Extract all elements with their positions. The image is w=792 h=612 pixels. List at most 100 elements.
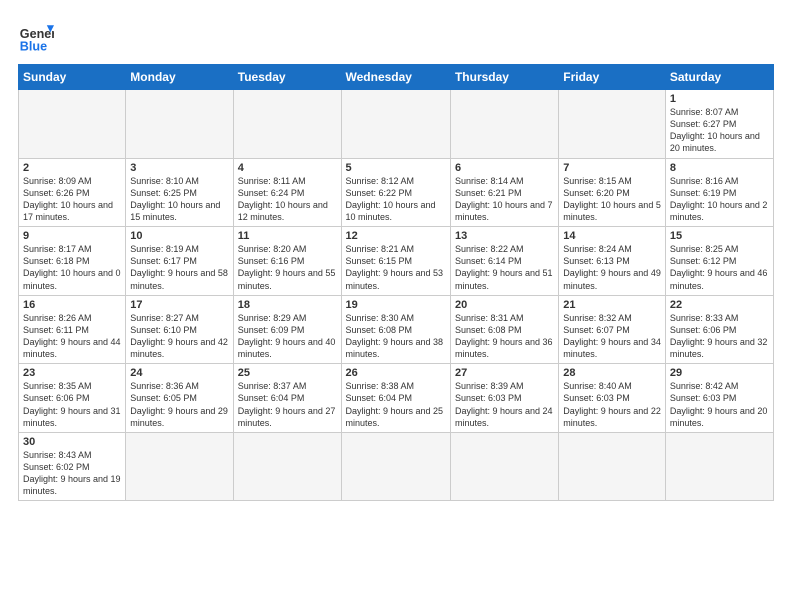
day-number: 11 <box>238 230 337 242</box>
weekday-header-wednesday: Wednesday <box>341 65 450 90</box>
day-cell: 28Sunrise: 8:40 AM Sunset: 6:03 PM Dayli… <box>559 364 666 433</box>
day-cell: 17Sunrise: 8:27 AM Sunset: 6:10 PM Dayli… <box>126 295 233 364</box>
weekday-header-saturday: Saturday <box>665 65 773 90</box>
day-cell: 22Sunrise: 8:33 AM Sunset: 6:06 PM Dayli… <box>665 295 773 364</box>
day-cell: 14Sunrise: 8:24 AM Sunset: 6:13 PM Dayli… <box>559 227 666 296</box>
day-cell: 21Sunrise: 8:32 AM Sunset: 6:07 PM Dayli… <box>559 295 666 364</box>
day-cell: 6Sunrise: 8:14 AM Sunset: 6:21 PM Daylig… <box>450 158 558 227</box>
day-cell: 13Sunrise: 8:22 AM Sunset: 6:14 PM Dayli… <box>450 227 558 296</box>
day-number: 12 <box>346 230 446 242</box>
day-cell: 4Sunrise: 8:11 AM Sunset: 6:24 PM Daylig… <box>233 158 341 227</box>
logo-icon: General Blue <box>18 18 54 54</box>
day-cell: 7Sunrise: 8:15 AM Sunset: 6:20 PM Daylig… <box>559 158 666 227</box>
week-row-1: 2Sunrise: 8:09 AM Sunset: 6:26 PM Daylig… <box>19 158 774 227</box>
day-info: Sunrise: 8:17 AM Sunset: 6:18 PM Dayligh… <box>23 243 121 292</box>
day-info: Sunrise: 8:20 AM Sunset: 6:16 PM Dayligh… <box>238 243 337 292</box>
day-number: 6 <box>455 162 554 174</box>
day-info: Sunrise: 8:32 AM Sunset: 6:07 PM Dayligh… <box>563 312 661 361</box>
day-cell <box>665 432 773 501</box>
week-row-3: 16Sunrise: 8:26 AM Sunset: 6:11 PM Dayli… <box>19 295 774 364</box>
day-cell: 20Sunrise: 8:31 AM Sunset: 6:08 PM Dayli… <box>450 295 558 364</box>
day-info: Sunrise: 8:39 AM Sunset: 6:03 PM Dayligh… <box>455 380 554 429</box>
day-cell: 12Sunrise: 8:21 AM Sunset: 6:15 PM Dayli… <box>341 227 450 296</box>
day-cell <box>126 432 233 501</box>
day-number: 14 <box>563 230 661 242</box>
day-info: Sunrise: 8:24 AM Sunset: 6:13 PM Dayligh… <box>563 243 661 292</box>
day-info: Sunrise: 8:10 AM Sunset: 6:25 PM Dayligh… <box>130 175 228 224</box>
day-number: 28 <box>563 367 661 379</box>
day-cell <box>341 90 450 159</box>
day-number: 25 <box>238 367 337 379</box>
day-number: 20 <box>455 299 554 311</box>
day-number: 18 <box>238 299 337 311</box>
day-info: Sunrise: 8:38 AM Sunset: 6:04 PM Dayligh… <box>346 380 446 429</box>
day-cell: 24Sunrise: 8:36 AM Sunset: 6:05 PM Dayli… <box>126 364 233 433</box>
day-info: Sunrise: 8:11 AM Sunset: 6:24 PM Dayligh… <box>238 175 337 224</box>
day-number: 2 <box>23 162 121 174</box>
day-number: 3 <box>130 162 228 174</box>
day-number: 21 <box>563 299 661 311</box>
day-number: 4 <box>238 162 337 174</box>
week-row-5: 30Sunrise: 8:43 AM Sunset: 6:02 PM Dayli… <box>19 432 774 501</box>
day-number: 15 <box>670 230 769 242</box>
day-number: 29 <box>670 367 769 379</box>
day-cell <box>126 90 233 159</box>
day-number: 27 <box>455 367 554 379</box>
weekday-header-sunday: Sunday <box>19 65 126 90</box>
day-cell <box>559 432 666 501</box>
day-cell: 30Sunrise: 8:43 AM Sunset: 6:02 PM Dayli… <box>19 432 126 501</box>
day-cell <box>19 90 126 159</box>
weekday-header-tuesday: Tuesday <box>233 65 341 90</box>
day-info: Sunrise: 8:37 AM Sunset: 6:04 PM Dayligh… <box>238 380 337 429</box>
day-info: Sunrise: 8:15 AM Sunset: 6:20 PM Dayligh… <box>563 175 661 224</box>
day-info: Sunrise: 8:40 AM Sunset: 6:03 PM Dayligh… <box>563 380 661 429</box>
day-number: 24 <box>130 367 228 379</box>
week-row-4: 23Sunrise: 8:35 AM Sunset: 6:06 PM Dayli… <box>19 364 774 433</box>
week-row-2: 9Sunrise: 8:17 AM Sunset: 6:18 PM Daylig… <box>19 227 774 296</box>
day-cell <box>450 90 558 159</box>
day-cell: 2Sunrise: 8:09 AM Sunset: 6:26 PM Daylig… <box>19 158 126 227</box>
day-info: Sunrise: 8:42 AM Sunset: 6:03 PM Dayligh… <box>670 380 769 429</box>
week-row-0: 1Sunrise: 8:07 AM Sunset: 6:27 PM Daylig… <box>19 90 774 159</box>
day-info: Sunrise: 8:25 AM Sunset: 6:12 PM Dayligh… <box>670 243 769 292</box>
day-cell <box>559 90 666 159</box>
day-cell: 26Sunrise: 8:38 AM Sunset: 6:04 PM Dayli… <box>341 364 450 433</box>
day-info: Sunrise: 8:36 AM Sunset: 6:05 PM Dayligh… <box>130 380 228 429</box>
day-cell: 18Sunrise: 8:29 AM Sunset: 6:09 PM Dayli… <box>233 295 341 364</box>
day-cell: 19Sunrise: 8:30 AM Sunset: 6:08 PM Dayli… <box>341 295 450 364</box>
day-info: Sunrise: 8:35 AM Sunset: 6:06 PM Dayligh… <box>23 380 121 429</box>
day-number: 26 <box>346 367 446 379</box>
day-cell: 29Sunrise: 8:42 AM Sunset: 6:03 PM Dayli… <box>665 364 773 433</box>
day-info: Sunrise: 8:30 AM Sunset: 6:08 PM Dayligh… <box>346 312 446 361</box>
day-cell: 16Sunrise: 8:26 AM Sunset: 6:11 PM Dayli… <box>19 295 126 364</box>
day-info: Sunrise: 8:43 AM Sunset: 6:02 PM Dayligh… <box>23 449 121 498</box>
day-number: 7 <box>563 162 661 174</box>
day-cell: 5Sunrise: 8:12 AM Sunset: 6:22 PM Daylig… <box>341 158 450 227</box>
day-info: Sunrise: 8:22 AM Sunset: 6:14 PM Dayligh… <box>455 243 554 292</box>
weekday-header-friday: Friday <box>559 65 666 90</box>
day-info: Sunrise: 8:29 AM Sunset: 6:09 PM Dayligh… <box>238 312 337 361</box>
day-info: Sunrise: 8:12 AM Sunset: 6:22 PM Dayligh… <box>346 175 446 224</box>
day-info: Sunrise: 8:09 AM Sunset: 6:26 PM Dayligh… <box>23 175 121 224</box>
day-number: 9 <box>23 230 121 242</box>
day-info: Sunrise: 8:27 AM Sunset: 6:10 PM Dayligh… <box>130 312 228 361</box>
day-info: Sunrise: 8:14 AM Sunset: 6:21 PM Dayligh… <box>455 175 554 224</box>
day-info: Sunrise: 8:19 AM Sunset: 6:17 PM Dayligh… <box>130 243 228 292</box>
weekday-header-row: SundayMondayTuesdayWednesdayThursdayFrid… <box>19 65 774 90</box>
day-cell <box>233 432 341 501</box>
day-info: Sunrise: 8:33 AM Sunset: 6:06 PM Dayligh… <box>670 312 769 361</box>
day-cell: 1Sunrise: 8:07 AM Sunset: 6:27 PM Daylig… <box>665 90 773 159</box>
day-info: Sunrise: 8:26 AM Sunset: 6:11 PM Dayligh… <box>23 312 121 361</box>
day-number: 8 <box>670 162 769 174</box>
header: General Blue <box>18 18 774 54</box>
day-info: Sunrise: 8:21 AM Sunset: 6:15 PM Dayligh… <box>346 243 446 292</box>
calendar-table: SundayMondayTuesdayWednesdayThursdayFrid… <box>18 64 774 501</box>
day-cell: 23Sunrise: 8:35 AM Sunset: 6:06 PM Dayli… <box>19 364 126 433</box>
day-info: Sunrise: 8:31 AM Sunset: 6:08 PM Dayligh… <box>455 312 554 361</box>
weekday-header-monday: Monday <box>126 65 233 90</box>
day-cell: 10Sunrise: 8:19 AM Sunset: 6:17 PM Dayli… <box>126 227 233 296</box>
day-cell: 9Sunrise: 8:17 AM Sunset: 6:18 PM Daylig… <box>19 227 126 296</box>
day-cell <box>233 90 341 159</box>
day-info: Sunrise: 8:16 AM Sunset: 6:19 PM Dayligh… <box>670 175 769 224</box>
weekday-header-thursday: Thursday <box>450 65 558 90</box>
